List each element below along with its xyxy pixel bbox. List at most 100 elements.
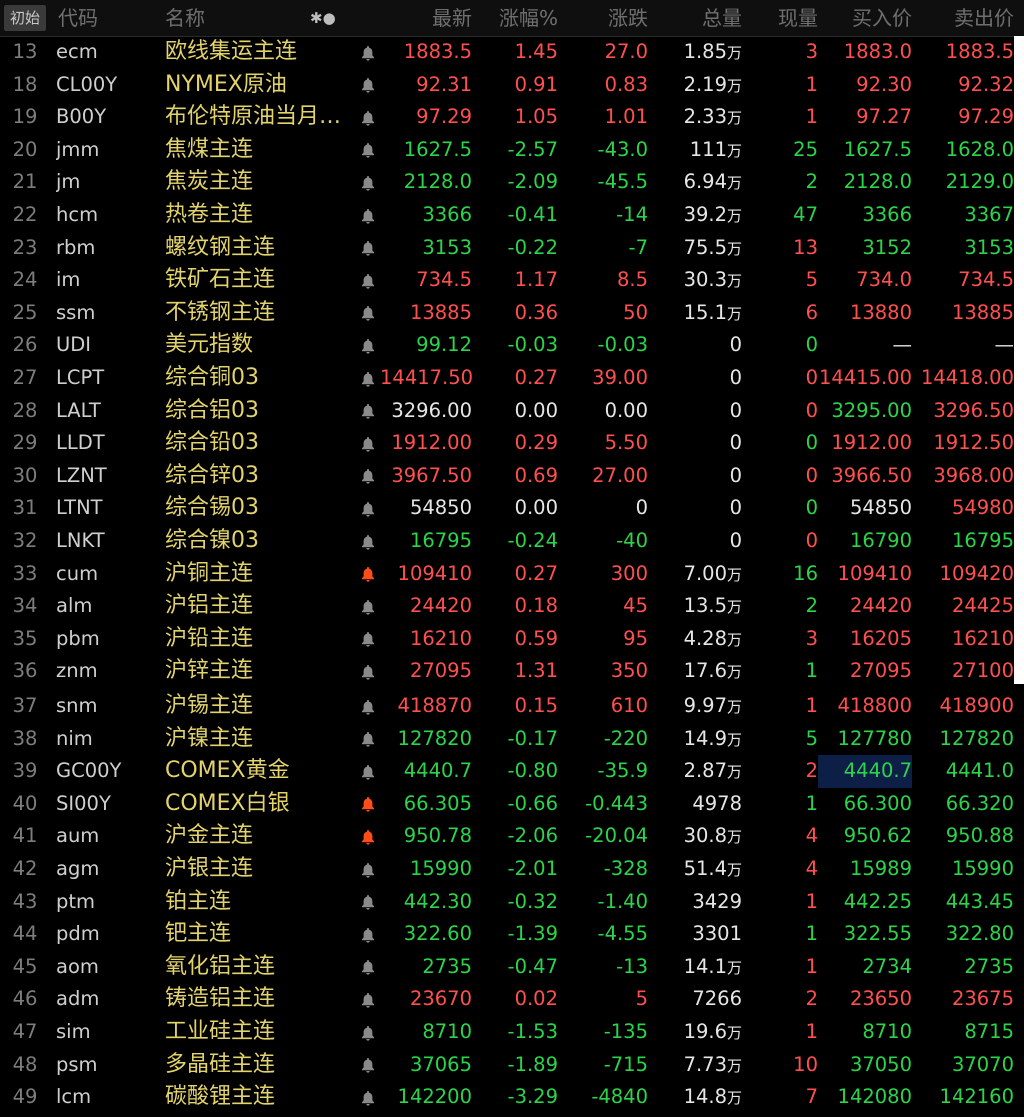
table-row[interactable]: 47 sim 工业硅主连 8710 -1.53 -135 19.6万 1 8710 8715: [0, 1016, 1024, 1049]
bell-icon[interactable]: [356, 297, 380, 330]
table-row[interactable]: 35 pbm 沪铅主连 16210 0.59 95 4.28万 3 16205 16210: [0, 623, 1024, 656]
table-row[interactable]: 32 LNKT 综合镍03 16795 -0.24 -40 0 0 16790 16795: [0, 525, 1024, 558]
current-volume: 2: [805, 987, 818, 1011]
change-percent: -2.09: [507, 170, 558, 194]
bid-price: 418800: [837, 694, 912, 717]
current-volume: 47: [793, 203, 818, 226]
bell-icon[interactable]: [356, 590, 380, 623]
table-row[interactable]: 25 ssm 不锈钢主连 13885 0.36 50 15.1万 6 13880 13885: [0, 297, 1024, 330]
header-price[interactable]: 最新: [380, 0, 472, 36]
bell-icon[interactable]: [356, 623, 380, 656]
table-row[interactable]: 19 B00Y 布伦特原油当月… 97.29 1.05 1.01 2.33万 1 97.27 97…: [0, 101, 1024, 134]
bell-icon[interactable]: [356, 134, 380, 167]
bell-icon[interactable]: [356, 788, 380, 821]
header-name[interactable]: 名称: [165, 0, 205, 36]
last-price: 54850: [409, 496, 472, 520]
header-code[interactable]: 代码: [58, 0, 98, 36]
bell-icon[interactable]: [356, 199, 380, 232]
bell-icon[interactable]: [356, 525, 380, 558]
table-row[interactable]: 48 psm 多晶硅主连 37065 -1.89 -715 7.73万 10 37050 3707…: [0, 1049, 1024, 1082]
current-volume: 13: [793, 235, 818, 259]
table-row[interactable]: 38 nim 沪镍主连 127820 -0.17 -220 14.9万 5 127780 1278…: [0, 723, 1024, 756]
table-row[interactable]: 40 SI00Y COMEX白银 66.305 -0.66 -0.443 4978 1 66.3…: [0, 788, 1024, 821]
table-row[interactable]: 31 LTNT 综合锡03 54850 0.00 0 0 0 54850 54980: [0, 492, 1024, 525]
bell-icon[interactable]: [356, 166, 380, 199]
bell-icon[interactable]: [356, 1049, 380, 1082]
bell-icon[interactable]: [356, 558, 380, 591]
header-vol[interactable]: 总量: [650, 0, 742, 36]
contract-name: 综合铜03: [165, 365, 259, 390]
bell-icon[interactable]: [356, 395, 380, 428]
header-ask[interactable]: 卖出价: [912, 0, 1014, 36]
change-value: 45: [623, 594, 648, 618]
table-row[interactable]: 43 ptm 铂主连 442.30 -0.32 -1.40 3429 1 442.25 443.4…: [0, 886, 1024, 919]
current-volume: 1: [805, 659, 818, 683]
total-volume: 0: [729, 496, 742, 520]
change-percent: 1.45: [514, 40, 558, 63]
bell-icon[interactable]: [356, 951, 380, 984]
table-row[interactable]: 45 aom 氧化铝主连 2735 -0.47 -13 14.1万 1 2734 2735: [0, 951, 1024, 984]
bell-icon[interactable]: [356, 232, 380, 265]
bell-icon[interactable]: [356, 1016, 380, 1049]
table-row[interactable]: 34 alm 沪铝主连 24420 0.18 45 13.5万 2 24420 24425: [0, 590, 1024, 623]
table-row[interactable]: 30 LZNT 综合锌03 3967.50 0.69 27.00 0 0 3966.50 3968…: [0, 460, 1024, 493]
header-bid[interactable]: 买入价: [818, 0, 912, 36]
table-row[interactable]: 41 aum 沪金主连 950.78 -2.06 -20.04 30.8万 4 950.62 95…: [0, 820, 1024, 853]
header-pct[interactable]: 涨幅%: [474, 0, 558, 36]
header-chg[interactable]: 涨跌: [560, 0, 648, 36]
bell-icon[interactable]: [356, 101, 380, 134]
table-row[interactable]: 36 znm 沪锌主连 27095 1.31 350 17.6万 1 27095 27100: [0, 655, 1024, 688]
initial-tab[interactable]: 初始: [4, 5, 46, 31]
bell-icon[interactable]: [356, 755, 380, 788]
total-volume: 2.33万: [683, 105, 742, 129]
bell-icon[interactable]: [356, 69, 380, 102]
table-row[interactable]: 46 adm 铸造铝主连 23670 0.02 5 7266 2 23650 23675: [0, 983, 1024, 1016]
bell-icon[interactable]: [356, 853, 380, 886]
bell-icon[interactable]: [356, 460, 380, 493]
change-percent: 0.91: [514, 72, 558, 96]
bell-icon[interactable]: [356, 886, 380, 919]
table-row[interactable]: 22 hcm 热卷主连 3366 -0.41 -14 39.2万 47 3366 3367: [0, 199, 1024, 232]
bell-icon[interactable]: [356, 723, 380, 756]
bell-icon[interactable]: [356, 264, 380, 297]
table-row[interactable]: 29 LLDT 综合铅03 1912.00 0.29 5.50 0 0 1912.00 1912.…: [0, 427, 1024, 460]
bell-icon[interactable]: [356, 492, 380, 525]
bell-icon[interactable]: [356, 690, 380, 723]
table-row[interactable]: 27 LCPT 综合铜03 14417.50 0.27 39.00 0 0 14415.00 14…: [0, 362, 1024, 395]
bid-price: 27095: [849, 659, 912, 683]
bell-icon[interactable]: [356, 1081, 380, 1114]
table-row[interactable]: 39 GC00Y COMEX黄金 4440.7 -0.80 -35.9 2.87万 2 4440…: [0, 755, 1024, 788]
bell-icon[interactable]: [356, 820, 380, 853]
bell-icon[interactable]: [356, 655, 380, 688]
bell-icon[interactable]: [356, 329, 380, 362]
current-volume: 0: [805, 463, 818, 487]
table-row[interactable]: 33 cum 沪铜主连 109410 0.27 300 7.00万 16 109410 10942…: [0, 558, 1024, 591]
bell-icon[interactable]: [356, 36, 380, 69]
bell-icon[interactable]: [356, 983, 380, 1016]
settings-icons[interactable]: ✱●: [310, 0, 336, 36]
table-row[interactable]: 49 lcm 碳酸锂主连 142200 -3.29 -4840 14.8万 7 142080 14…: [0, 1081, 1024, 1114]
current-volume: 7: [805, 1085, 818, 1109]
table-row[interactable]: 18 CL00Y NYMEX原油 92.31 0.91 0.83 2.19万 1 92.30 92…: [0, 69, 1024, 102]
contract-code: SI00Y: [56, 791, 111, 815]
total-volume: 9.97万: [683, 694, 742, 717]
table-row[interactable]: 23 rbm 螺纹钢主连 3153 -0.22 -7 75.5万 13 3152 3153: [0, 232, 1024, 265]
row-number: 44: [12, 922, 38, 946]
bell-icon[interactable]: [356, 427, 380, 460]
table-row[interactable]: 44 pdm 钯主连 322.60 -1.39 -4.55 3301 1 322.55 322.8…: [0, 918, 1024, 951]
table-row[interactable]: 13 ecm 欧线集运主连 1883.5 1.45 27.0 1.85万 3 1883.0 188…: [0, 36, 1024, 69]
table-row[interactable]: 26 UDI 美元指数 99.12 -0.03 -0.03 0 0 — —: [0, 329, 1024, 362]
table-row[interactable]: 21 jm 焦炭主连 2128.0 -2.09 -45.5 6.94万 2 2128.0 2129…: [0, 166, 1024, 199]
ask-price: 322.80: [945, 922, 1014, 946]
table-row[interactable]: 24 im 铁矿石主连 734.5 1.17 8.5 30.3万 5 734.0 734.5: [0, 264, 1024, 297]
contract-name: 螺纹钢主连: [165, 234, 276, 260]
header-cur[interactable]: 现量: [748, 0, 818, 36]
table-row[interactable]: 42 agm 沪银主连 15990 -2.01 -328 51.4万 4 15989 15990: [0, 853, 1024, 886]
bell-icon[interactable]: [356, 362, 380, 395]
table-row[interactable]: 28 LALT 综合铝03 3296.00 0.00 0.00 0 0 3295.00 3296.…: [0, 395, 1024, 428]
change-percent: -0.32: [507, 889, 558, 913]
bell-icon[interactable]: [356, 918, 380, 951]
table-row[interactable]: 20 jmm 焦煤主连 1627.5 -2.57 -43.0 111万 25 1627.5 162…: [0, 134, 1024, 167]
change-value: -20.04: [585, 824, 648, 848]
table-row[interactable]: 37 snm 沪锡主连 418870 0.15 610 9.97万 1 418800 418900: [0, 690, 1024, 723]
